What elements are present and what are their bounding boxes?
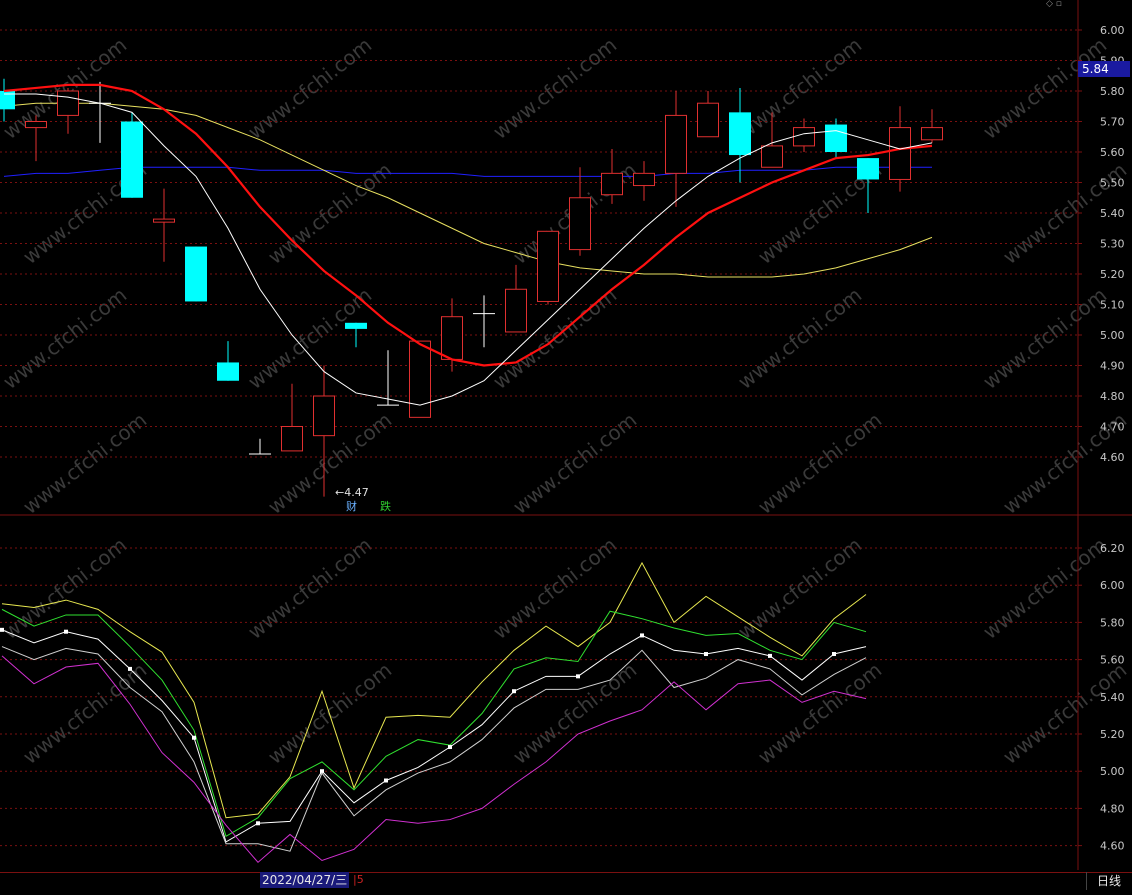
candle-body	[505, 288, 527, 333]
watermark-text: www.cfchi.com	[508, 408, 641, 519]
candle-body	[409, 340, 431, 418]
upper-tick-label: 5.20	[1100, 268, 1125, 281]
candle-body	[185, 246, 207, 302]
watermark-text: www.cfchi.com	[243, 33, 376, 144]
ma20-line	[3, 102, 933, 278]
candle-body	[569, 197, 591, 251]
candle-body	[345, 322, 367, 329]
indicator-marker	[192, 735, 196, 740]
watermark-text: www.cfchi.com	[18, 658, 151, 769]
lower-tick-label: 5.60	[1100, 654, 1125, 667]
candle-body	[793, 127, 815, 147]
period-daily-button[interactable]: 日线	[1086, 872, 1131, 890]
lower-tick-label: 5.20	[1100, 728, 1125, 741]
candle-body	[25, 121, 47, 129]
watermark-text: www.cfchi.com	[998, 658, 1131, 769]
price-chart-canvas[interactable]: www.cfchi.com www.cfchi.com www.cfchi.com w…	[0, 0, 1132, 894]
upper-tick-label: 5.30	[1100, 238, 1125, 251]
watermark-text: www.cfchi.com	[978, 33, 1111, 144]
candle-body	[313, 395, 335, 437]
watermark-text: www.cfchi.com	[508, 658, 641, 769]
indicator-marker	[448, 745, 452, 750]
watermark-text: www.cfchi.com	[243, 533, 376, 644]
upper-tick-label: 5.60	[1100, 146, 1125, 159]
watermark-text: www.cfchi.com	[753, 658, 886, 769]
upper-tick-label: 5.70	[1100, 116, 1125, 129]
watermark-text: www.cfchi.com	[0, 533, 131, 644]
current-price-badge: 5.84	[1078, 61, 1130, 77]
lower-tick-label: 4.80	[1100, 802, 1125, 815]
upper-tick-label: 5.00	[1100, 329, 1125, 342]
indicator-marker	[0, 627, 4, 632]
cursor-date-badge: 2022/04/27/三	[260, 872, 350, 888]
indicator-marker	[768, 653, 772, 658]
finance-event-tag[interactable]: 财	[346, 500, 357, 513]
candle-body	[761, 145, 783, 168]
candle-body	[921, 127, 943, 141]
watermark-text: www.cfchi.com	[733, 283, 866, 394]
indicator-marker	[832, 652, 836, 657]
lower-tick-label: 6.00	[1100, 579, 1125, 592]
watermark-text: www.cfchi.com	[753, 408, 886, 519]
watermark-text: www.cfchi.com	[978, 533, 1111, 644]
indicator-line-1	[1, 608, 867, 838]
lower-tick-label: 4.60	[1100, 840, 1125, 853]
lower-tick-label: 5.00	[1100, 765, 1125, 778]
candle-body	[697, 102, 719, 138]
indicator-marker	[64, 629, 68, 634]
watermark-text: www.cfchi.com	[0, 283, 131, 394]
candle-body	[121, 121, 143, 198]
upper-tick-label: 4.90	[1100, 360, 1125, 373]
candle-body	[153, 218, 175, 223]
upper-tick-label: 5.40	[1100, 207, 1125, 220]
indicator-marker	[640, 633, 644, 638]
indicator-marker	[576, 674, 580, 679]
drop-event-tag[interactable]: 跌	[380, 500, 391, 513]
upper-tick-label: 5.80	[1100, 85, 1125, 98]
low-price-marker: ←4.47	[335, 486, 369, 499]
indicator-marker	[512, 689, 516, 694]
candle-body	[537, 230, 559, 302]
candle-body	[889, 127, 911, 180]
watermark-text: www.cfchi.com	[0, 33, 131, 144]
upper-tick-label: 4.70	[1100, 421, 1125, 434]
lower-tick-label: 5.40	[1100, 691, 1125, 704]
upper-tick-label: 6.00	[1100, 24, 1125, 37]
indicator-marker	[704, 652, 708, 657]
candle-body	[57, 90, 79, 116]
watermark-text: www.cfchi.com	[978, 283, 1111, 394]
candle-body	[729, 112, 751, 156]
candle-body	[825, 124, 847, 152]
candle-body	[441, 316, 463, 360]
watermark-text: www.cfchi.com	[488, 33, 621, 144]
candle-body	[601, 172, 623, 196]
stock-chart-window: www.cfchi.com www.cfchi.com www.cfchi.com w…	[0, 0, 1132, 895]
candle-body	[217, 362, 239, 381]
watermark-text: www.cfchi.com	[488, 533, 621, 644]
indicator-marker	[384, 778, 388, 783]
candle-body	[633, 172, 655, 187]
candle-body	[857, 158, 879, 180]
candle-body	[281, 426, 303, 452]
indicator-marker	[128, 666, 132, 671]
cursor-date-extra: |5	[353, 873, 364, 886]
upper-tick-label: 5.10	[1100, 299, 1125, 312]
indicator-marker	[256, 821, 260, 826]
watermark-text: www.cfchi.com	[18, 408, 151, 519]
watermark-text: www.cfchi.com	[733, 533, 866, 644]
lower-tick-label: 5.80	[1100, 616, 1125, 629]
upper-tick-label: 5.50	[1100, 177, 1125, 190]
upper-tick-label: 4.80	[1100, 390, 1125, 403]
status-bar	[0, 872, 1132, 895]
panel-control-icons[interactable]: ◇ ▫	[1046, 0, 1076, 9]
candle-body	[665, 114, 687, 174]
lower-tick-label: 6.20	[1100, 542, 1125, 555]
upper-tick-label: 4.60	[1100, 451, 1125, 464]
